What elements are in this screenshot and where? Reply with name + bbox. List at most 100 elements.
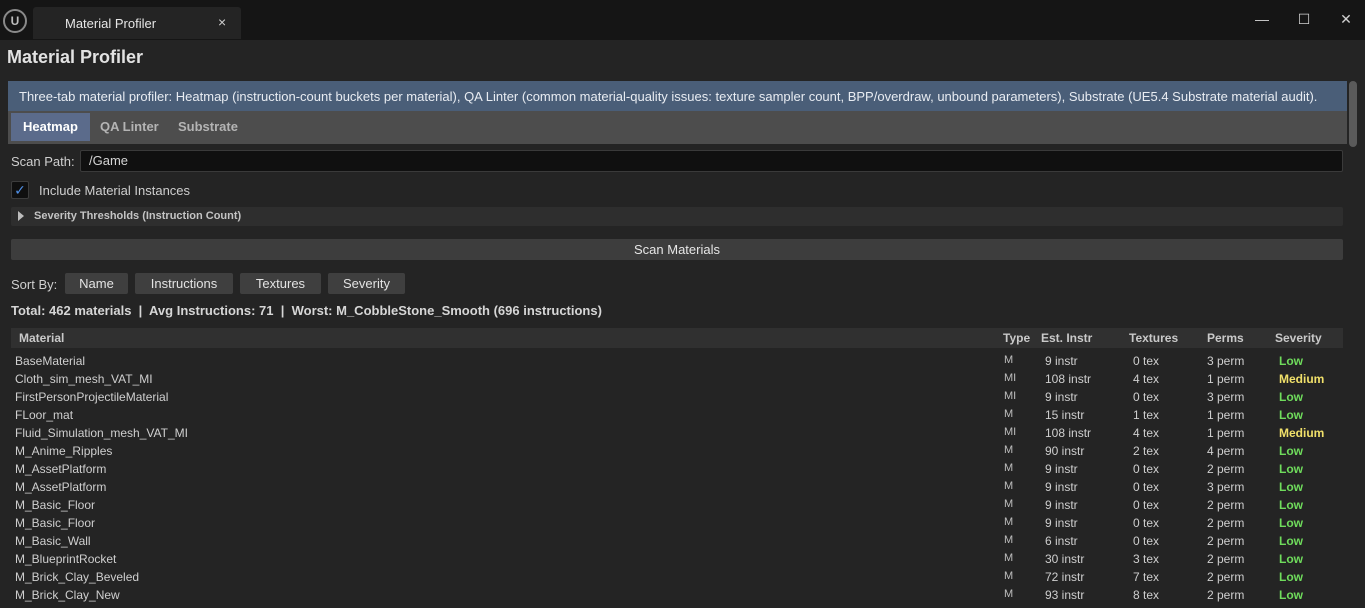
panel-title: Material Profiler	[7, 47, 144, 67]
scan-path-input[interactable]: /Game	[80, 150, 1343, 172]
header-perms[interactable]: Perms	[1207, 331, 1244, 345]
cell-name: BaseMaterial	[15, 354, 86, 368]
cell-type: M	[1004, 516, 1014, 528]
cell-perm: 3 perm	[1207, 390, 1245, 404]
cell-tex: 4 tex	[1133, 426, 1160, 440]
cell-name: M_Basic_Floor	[15, 516, 96, 530]
cell-instr: 6 instr	[1045, 534, 1078, 548]
cell-name: Cloth_sim_mesh_VAT_MI	[15, 372, 153, 386]
cell-instr: 9 instr	[1045, 480, 1078, 494]
title-bar: U Material Profiler × — ☐ ✕	[0, 0, 1365, 40]
tab-substrate[interactable]: Substrate	[166, 113, 250, 141]
close-window-icon[interactable]: ✕	[1335, 9, 1357, 29]
cell-sev: Low	[1279, 534, 1303, 548]
header-est-instr[interactable]: Est. Instr	[1041, 331, 1092, 345]
cell-name: FirstPersonProjectileMaterial	[15, 390, 169, 404]
cell-type: M	[1004, 570, 1014, 582]
cell-tex: 1 tex	[1133, 408, 1160, 422]
tab-heatmap[interactable]: Heatmap	[11, 113, 90, 141]
cell-instr: 108 instr	[1045, 426, 1092, 440]
cell-instr: 108 instr	[1045, 372, 1092, 386]
table-row[interactable]: FLoor_mat M 15 instr 1 tex 1 perm Low	[11, 406, 1343, 424]
cell-name: M_Brick_Clay_New	[15, 588, 120, 602]
profiler-tabs: Heatmap QA Linter Substrate	[8, 111, 1347, 144]
table-row[interactable]: M_Basic_Wall M 6 instr 0 tex 2 perm Low	[11, 532, 1343, 550]
include-instances-checkbox[interactable]: ✓	[11, 181, 29, 199]
cell-instr: 72 instr	[1045, 570, 1085, 584]
cell-type: MI	[1004, 372, 1017, 384]
tab-close-icon[interactable]: ×	[218, 14, 226, 30]
table-row[interactable]: M_AssetPlatform M 9 instr 0 tex 2 perm Low	[11, 460, 1343, 478]
cell-perm: 2 perm	[1207, 588, 1245, 602]
cell-sev: Low	[1279, 480, 1303, 494]
table-row[interactable]: M_AssetPlatform M 9 instr 0 tex 3 perm Low	[11, 478, 1343, 496]
cell-sev: Low	[1279, 498, 1303, 512]
severity-thresholds-expander[interactable]: Severity Thresholds (Instruction Count)	[11, 207, 1343, 226]
table-row[interactable]: M_Basic_Floor M 9 instr 0 tex 2 perm Low	[11, 496, 1343, 514]
cell-tex: 0 tex	[1133, 498, 1160, 512]
cell-name: M_Brick_Clay_Beveled	[15, 570, 140, 584]
cell-type: MI	[1004, 390, 1017, 402]
cell-sev: Low	[1279, 552, 1303, 566]
table-row[interactable]: Cloth_sim_mesh_VAT_MI MI 108 instr 4 tex 1 p…	[11, 370, 1343, 388]
cell-name: M_Basic_Floor	[15, 498, 96, 512]
cell-tex: 0 tex	[1133, 516, 1160, 530]
cell-type: M	[1004, 444, 1014, 456]
cell-instr: 15 instr	[1045, 408, 1085, 422]
table-row[interactable]: M_Brick_Clay_New M 93 instr 8 tex 2 perm Low	[11, 586, 1343, 604]
cell-perm: 2 perm	[1207, 570, 1245, 584]
scan-materials-button[interactable]: Scan Materials	[11, 239, 1343, 260]
table-row[interactable]: FirstPersonProjectileMaterial MI 9 instr 0 …	[11, 388, 1343, 406]
include-instances-label: Include Material Instances	[39, 183, 191, 198]
severity-thresholds-label: Severity Thresholds (Instruction Count)	[34, 210, 242, 222]
header-material[interactable]: Material	[19, 331, 64, 345]
cell-sev: Low	[1279, 570, 1303, 584]
material-table-body: BaseMaterial M 9 instr 0 tex 3 perm Low Cloth_…	[11, 352, 1343, 608]
cell-perm: 2 perm	[1207, 498, 1245, 512]
sort-name-button[interactable]: Name	[65, 273, 128, 294]
cell-instr: 9 instr	[1045, 498, 1078, 512]
cell-tex: 0 tex	[1133, 354, 1160, 368]
cell-sev: Low	[1279, 354, 1303, 368]
maximize-icon[interactable]: ☐	[1293, 9, 1315, 29]
table-row[interactable]: BaseMaterial M 9 instr 0 tex 3 perm Low	[11, 352, 1343, 370]
cell-tex: 7 tex	[1133, 570, 1160, 584]
cell-type: M	[1004, 498, 1014, 510]
header-type[interactable]: Type	[1003, 331, 1030, 345]
cell-instr: 9 instr	[1045, 462, 1078, 476]
cell-tex: 0 tex	[1133, 480, 1160, 494]
cell-tex: 2 tex	[1133, 444, 1160, 458]
cell-tex: 8 tex	[1133, 588, 1160, 602]
sort-textures-button[interactable]: Textures	[240, 273, 321, 294]
tab-qa-linter[interactable]: QA Linter	[88, 113, 171, 141]
cell-instr: 9 instr	[1045, 390, 1078, 404]
panel-scrollbar[interactable]	[1349, 81, 1357, 147]
tab-material-profiler[interactable]: Material Profiler ×	[33, 7, 241, 39]
table-row[interactable]: M_Anime_Ripples M 90 instr 2 tex 4 perm Low	[11, 442, 1343, 460]
description-text: Three-tab material profiler: Heatmap (in…	[19, 89, 1318, 104]
table-row[interactable]: Fluid_Simulation_mesh_VAT_MI MI 108 instr 4…	[11, 424, 1343, 442]
expand-arrow-icon	[18, 211, 24, 221]
cell-tex: 0 tex	[1133, 462, 1160, 476]
cell-instr: 9 instr	[1045, 516, 1078, 530]
table-row[interactable]: M_BlueprintRocket M 30 instr 3 tex 2 perm Low	[11, 550, 1343, 568]
cell-sev: Medium	[1279, 426, 1325, 440]
header-severity[interactable]: Severity	[1275, 331, 1322, 345]
cell-perm: 2 perm	[1207, 534, 1245, 548]
header-textures[interactable]: Textures	[1129, 331, 1178, 345]
cell-name: FLoor_mat	[15, 408, 74, 422]
table-row[interactable]: M_Brick_Clay_Beveled M 72 instr 7 tex 2 perm…	[11, 568, 1343, 586]
cell-instr: 90 instr	[1045, 444, 1085, 458]
sort-instructions-button[interactable]: Instructions	[135, 273, 233, 294]
scan-path-label: Scan Path:	[11, 154, 75, 169]
cell-tex: 3 tex	[1133, 552, 1160, 566]
sort-severity-button[interactable]: Severity	[328, 273, 405, 294]
cell-name: M_Basic_Wall	[15, 534, 91, 548]
minimize-icon[interactable]: —	[1251, 9, 1273, 29]
cell-sev: Low	[1279, 390, 1303, 404]
cell-type: M	[1004, 552, 1014, 564]
unreal-logo-icon: U	[3, 9, 27, 33]
table-row[interactable]: M_Basic_Floor M 9 instr 0 tex 2 perm Low	[11, 514, 1343, 532]
cell-perm: 3 perm	[1207, 480, 1245, 494]
cell-perm: 1 perm	[1207, 372, 1245, 386]
